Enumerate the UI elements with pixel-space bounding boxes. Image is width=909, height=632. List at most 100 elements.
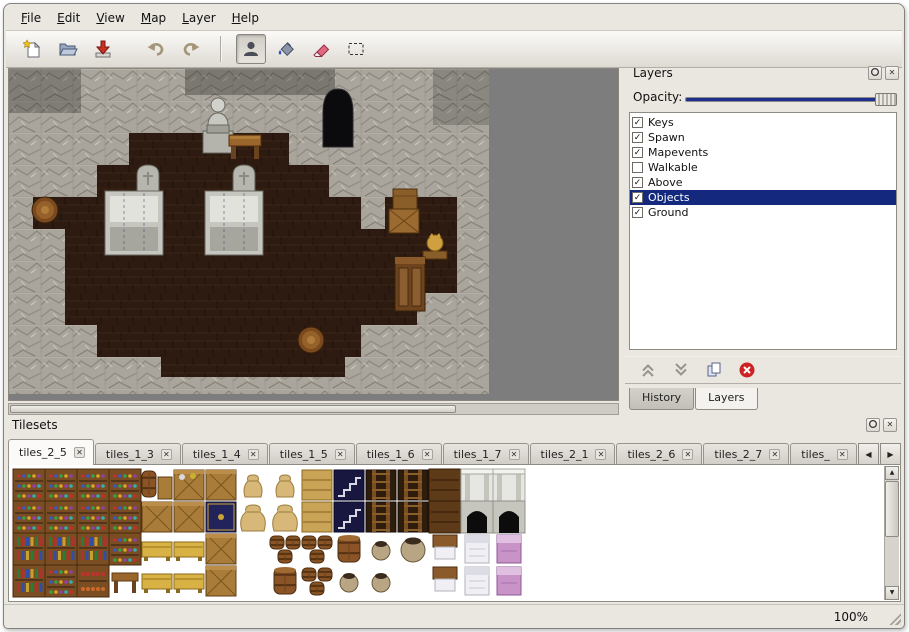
redo-button[interactable] [176, 34, 206, 64]
tileset-tab-tiles_2_7[interactable]: tiles_2_7✕ [703, 443, 789, 465]
duplicate-layer-button[interactable] [703, 359, 725, 381]
scroll-up-icon[interactable]: ▲ [885, 466, 899, 480]
menu-file[interactable]: File [14, 8, 48, 28]
opacity-slider[interactable] [685, 93, 897, 106]
tileset-tab-tiles_1_7[interactable]: tiles_1_7 ✕ [443, 443, 529, 465]
tileset-tab-tiles_2_5[interactable]: tiles_2_5 ✕ [8, 439, 94, 465]
float-panel-button[interactable] [868, 66, 882, 80]
layer-visibility-checkbox[interactable]: ✓ [632, 192, 643, 203]
save-button[interactable] [88, 34, 118, 64]
layer-visibility-checkbox[interactable] [632, 162, 643, 173]
select-tool-button[interactable] [341, 34, 371, 64]
opacity-slider-track[interactable] [685, 97, 895, 102]
tileset-tab-label: tiles_2_6 [627, 448, 675, 461]
opacity-row: Opacity: [633, 90, 897, 106]
close-panel-button[interactable]: ✕ [885, 66, 899, 80]
layer-row-ground[interactable]: ✓Ground [630, 205, 896, 220]
dock-tab-layers[interactable]: Layers [695, 388, 757, 410]
menu-layer[interactable]: Layer [175, 8, 222, 28]
tileset-tab-tiles_1_6[interactable]: tiles_1_6 ✕ [356, 443, 442, 465]
tileset-tab-tiles_1_3[interactable]: tiles_1_3✕ [95, 443, 181, 465]
undo-icon [146, 39, 166, 59]
layer-name: Walkable [648, 161, 698, 174]
tileset-tab-label: tiles_2_5 [19, 446, 67, 459]
close-tab-icon[interactable]: ✕ [595, 449, 606, 460]
layer-visibility-checkbox[interactable]: ✓ [632, 117, 643, 128]
layer-row-spawn[interactable]: ✓ Spawn [630, 130, 896, 145]
delete-layer-button[interactable] [736, 359, 758, 381]
save-icon [93, 39, 113, 59]
layer-visibility-checkbox[interactable]: ✓ [632, 207, 643, 218]
layer-row-keys[interactable]: ✓ Keys [630, 115, 896, 130]
stamp-tool-button[interactable] [236, 34, 266, 64]
tileset-tab-tiles_2_1[interactable]: tiles_2_1✕ [530, 443, 616, 465]
tileset-tab-tiles_[interactable]: tiles_ ✕ [790, 443, 856, 465]
scroll-down-icon[interactable]: ▼ [885, 586, 899, 600]
close-tab-icon[interactable]: ✕ [335, 449, 346, 460]
layer-row-mapevents[interactable]: ✓ Mapevents [630, 145, 896, 160]
layer-visibility-checkbox[interactable]: ✓ [632, 177, 643, 188]
close-tab-icon[interactable]: ✕ [422, 449, 433, 460]
scrollbar-thumb[interactable] [10, 405, 456, 413]
layer-name: Spawn [648, 131, 685, 144]
close-tab-icon[interactable]: ✕ [161, 449, 172, 460]
dock-tab-history[interactable]: History [629, 388, 694, 410]
map-viewport[interactable] [8, 68, 619, 401]
layer-visibility-checkbox[interactable]: ✓ [632, 132, 643, 143]
close-panel-button[interactable]: ✕ [883, 418, 897, 432]
raise-layer-button[interactable] [637, 359, 659, 381]
tileset-tab-tiles_1_5[interactable]: tiles_1_5 ✕ [269, 443, 355, 465]
layer-name: Keys [648, 116, 674, 129]
float-panel-button[interactable] [866, 418, 880, 432]
eraser-tool-button[interactable] [306, 34, 336, 64]
scrollbar-thumb[interactable] [885, 481, 899, 537]
tileset-tab-label: tiles_1_4 [193, 448, 241, 461]
tileset-vertical-scrollbar[interactable]: ▲ ▼ [884, 466, 899, 600]
tab-scroll-right-button[interactable]: ▶ [880, 443, 901, 465]
resize-grip[interactable] [888, 612, 901, 625]
new-file-icon [23, 39, 43, 59]
tab-scroll-left-button[interactable]: ◀ [858, 443, 879, 465]
tileset-canvas[interactable] [11, 467, 877, 599]
layer-row-above[interactable]: ✓ Above [630, 175, 896, 190]
layer-name: Mapevents [648, 146, 708, 159]
open-file-button[interactable] [53, 34, 83, 64]
tileset-view[interactable]: ▲ ▼ [8, 464, 901, 602]
tileset-tab-tiles_1_4[interactable]: tiles_1_4 ✕ [182, 443, 268, 465]
tileset-tab-label: tiles_1_7 [454, 448, 502, 461]
lower-layer-icon [672, 361, 690, 379]
float-panel-icon [868, 419, 878, 429]
close-tab-icon[interactable]: ✕ [74, 447, 85, 458]
lower-layer-button[interactable] [670, 359, 692, 381]
menu-view[interactable]: View [89, 8, 131, 28]
layer-name: Objects [648, 191, 690, 204]
delete-layer-icon [738, 361, 756, 379]
tab-scroll-buttons: ◀ ▶ [857, 443, 901, 465]
opacity-slider-handle[interactable] [875, 93, 897, 106]
tileset-tab-label: tiles_ [801, 448, 829, 461]
open-folder-icon [58, 39, 78, 59]
zoom-level: 100% [834, 610, 868, 624]
tileset-tab-tiles_2_6[interactable]: tiles_2_6 ✕ [616, 443, 702, 465]
tileset-tab-label: tiles_1_5 [280, 448, 328, 461]
close-tab-icon[interactable]: ✕ [682, 449, 693, 460]
layer-row-objects[interactable]: ✓ Objects [630, 190, 896, 205]
close-tab-icon[interactable]: ✕ [837, 449, 848, 460]
undo-button[interactable] [141, 34, 171, 64]
fill-tool-button[interactable] [271, 34, 301, 64]
map-canvas[interactable] [9, 69, 489, 394]
layer-row-walkable[interactable]: Walkable [630, 160, 896, 175]
close-tab-icon[interactable]: ✕ [509, 449, 520, 460]
menu-help[interactable]: Help [225, 8, 266, 28]
new-file-button[interactable] [18, 34, 48, 64]
tileset-tab-label: tiles_1_6 [367, 448, 415, 461]
layer-name: Above [648, 176, 683, 189]
menu-map[interactable]: Map [134, 8, 173, 28]
close-tab-icon[interactable]: ✕ [769, 449, 780, 460]
close-tab-icon[interactable]: ✕ [248, 449, 259, 460]
redo-icon [181, 39, 201, 59]
layer-visibility-checkbox[interactable]: ✓ [632, 147, 643, 158]
map-horizontal-scrollbar[interactable] [8, 403, 619, 415]
menu-edit[interactable]: Edit [50, 8, 87, 28]
duplicate-layer-icon [705, 361, 723, 379]
